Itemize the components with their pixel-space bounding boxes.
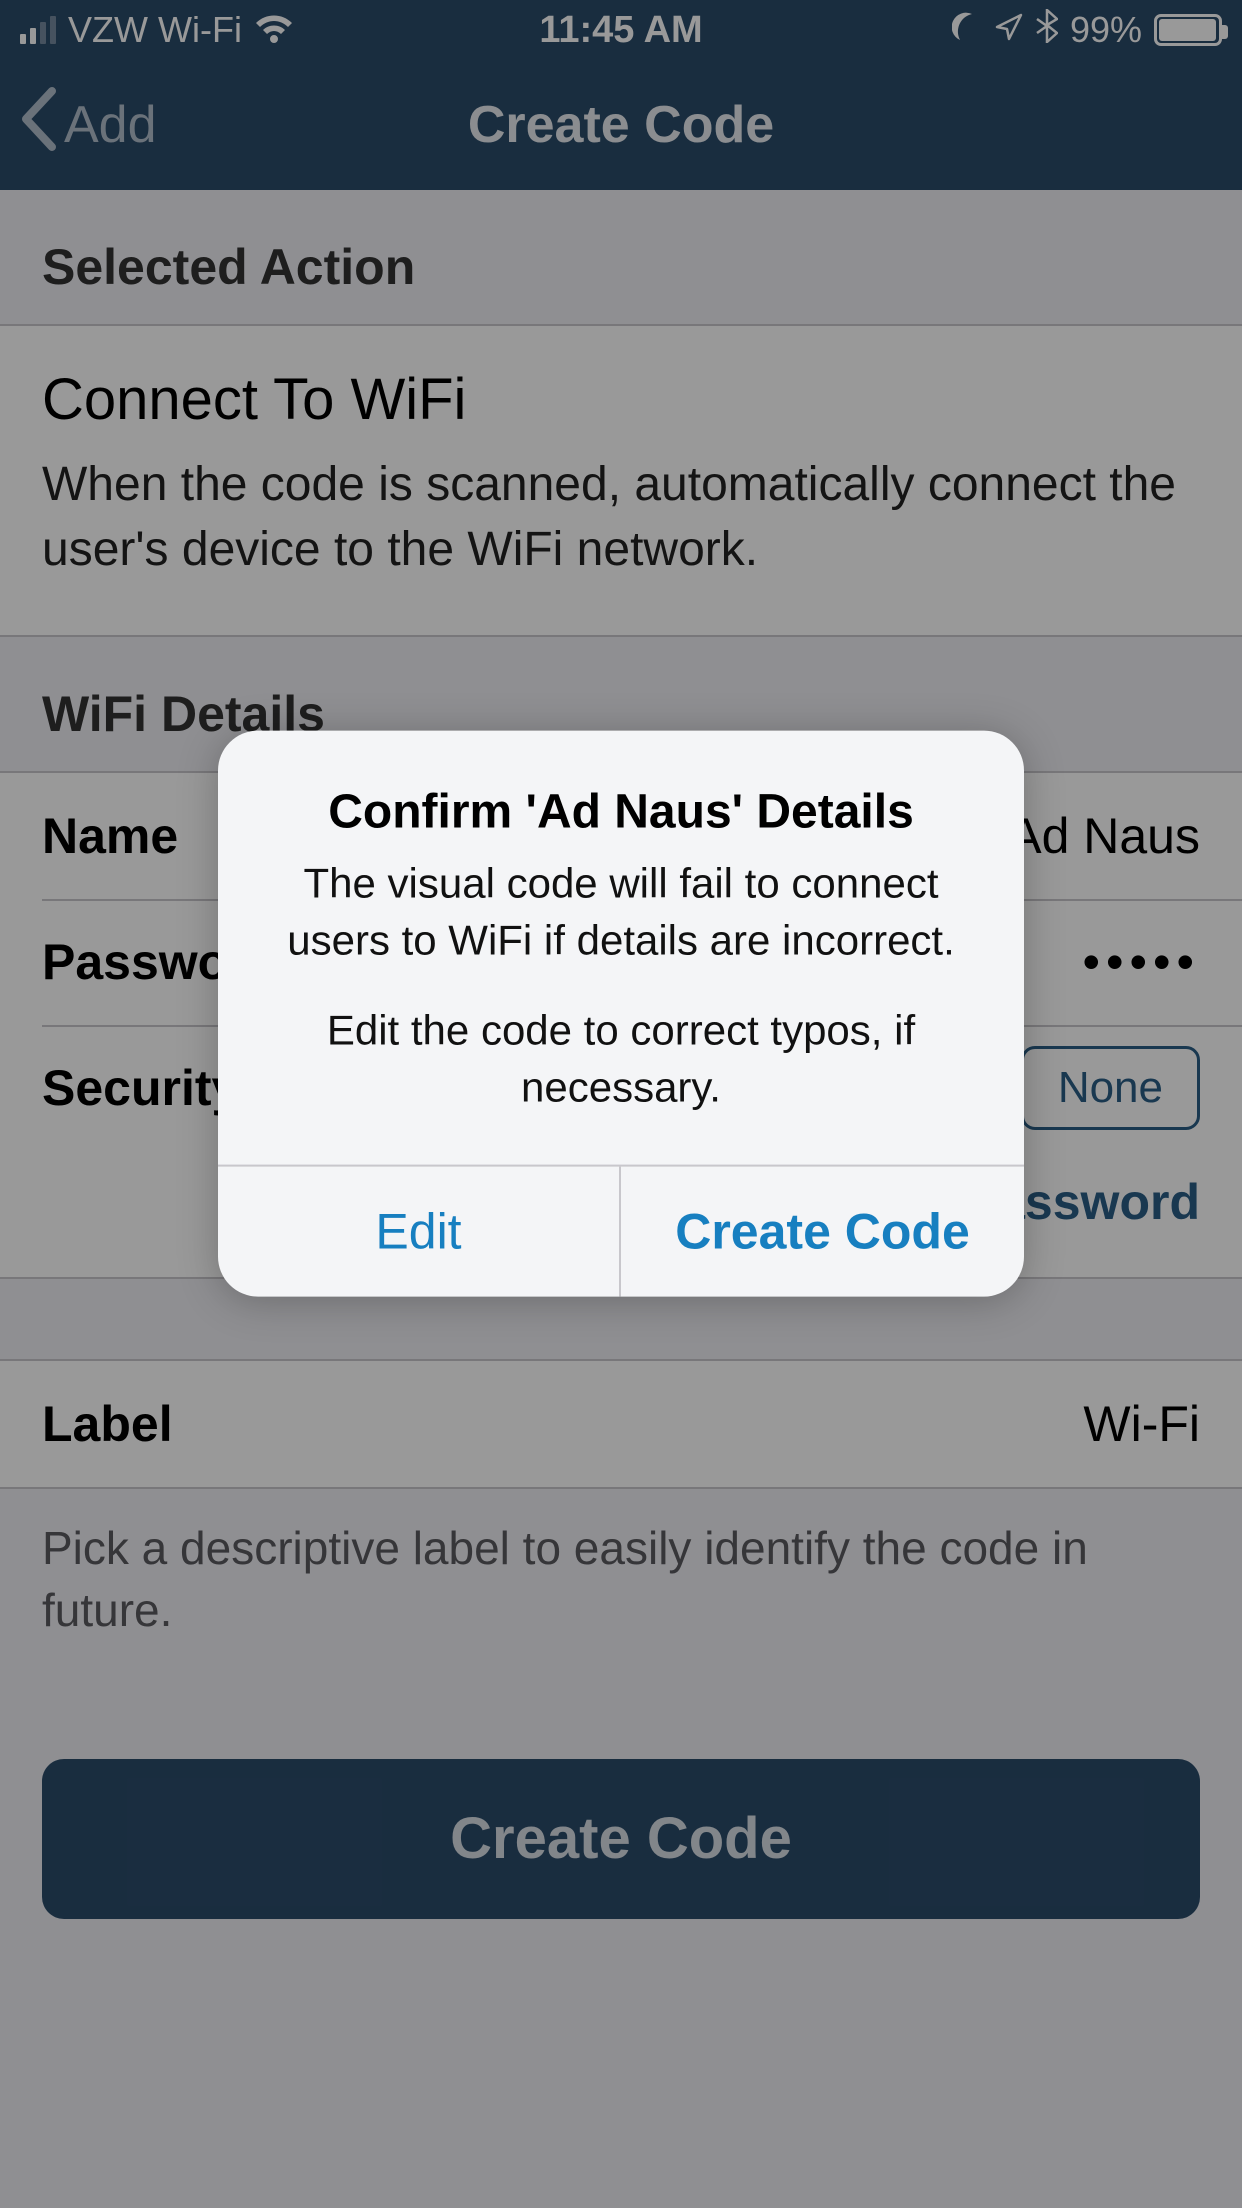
alert-message-2: Edit the code to correct typos, if neces… — [262, 1003, 980, 1116]
alert-message-1: The visual code will fail to connect use… — [262, 856, 980, 969]
alert-create-code-button[interactable]: Create Code — [621, 1166, 1024, 1296]
alert-edit-button[interactable]: Edit — [218, 1166, 621, 1296]
confirm-alert: Confirm 'Ad Naus' Details The visual cod… — [218, 731, 1024, 1297]
alert-title: Confirm 'Ad Naus' Details — [262, 785, 980, 840]
